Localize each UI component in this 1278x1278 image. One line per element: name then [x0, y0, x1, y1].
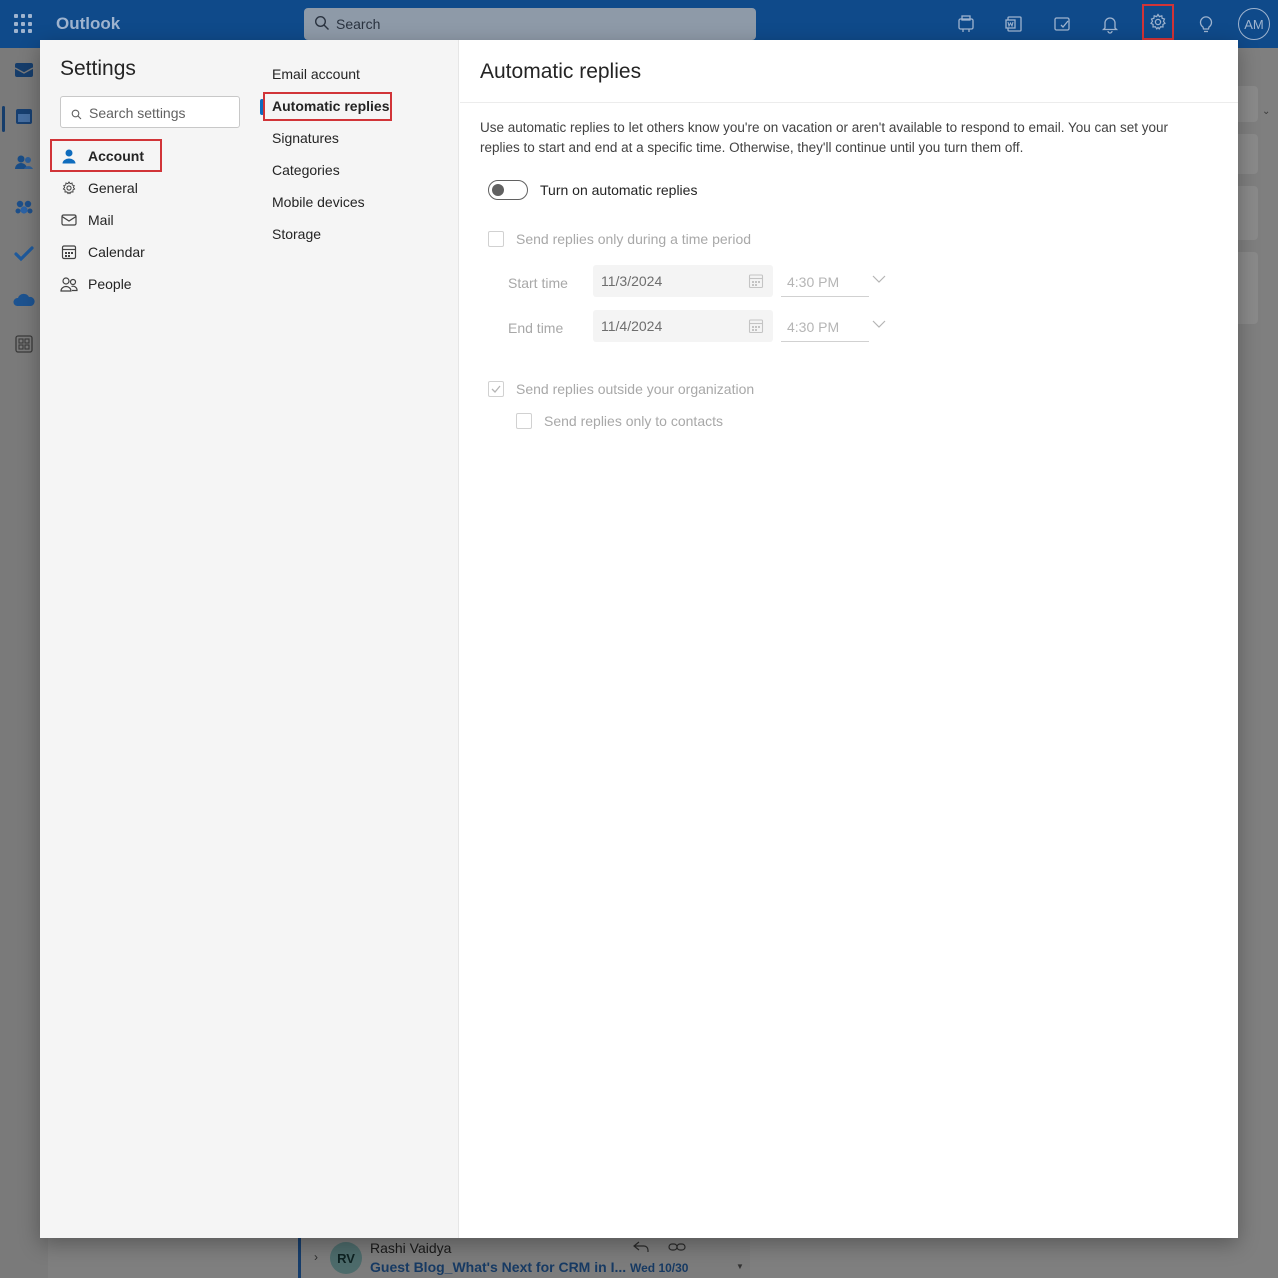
divider — [460, 102, 1238, 103]
checkmark-icon — [491, 385, 501, 393]
caret-down-icon: ▼ — [736, 1262, 744, 1271]
gear-icon — [60, 179, 78, 197]
settings-gear-icon[interactable] — [1142, 4, 1174, 40]
lightbulb-icon[interactable] — [1190, 8, 1222, 40]
attachment-link-icon[interactable] — [668, 1240, 686, 1259]
meet-now-icon[interactable] — [950, 8, 982, 40]
mail-icon — [60, 211, 78, 229]
contacts-only-checkbox[interactable] — [516, 413, 532, 429]
end-time-label: End time — [508, 320, 564, 336]
subnav-item-mobile-devices[interactable]: Mobile devices — [272, 188, 365, 216]
nav-item-people[interactable]: People — [50, 269, 250, 299]
message-date: Wed 10/30 — [630, 1261, 689, 1275]
nav-item-label: Calendar — [88, 244, 145, 260]
settings-search-input[interactable]: Search settings — [60, 96, 240, 128]
start-date-picker[interactable]: 11/3/2024 — [593, 265, 773, 297]
chevron-down-icon[interactable] — [872, 317, 886, 331]
apps-icon[interactable] — [12, 332, 36, 356]
search-input[interactable]: Search — [304, 8, 756, 40]
sender-avatar: RV — [330, 1242, 362, 1274]
subnav-item-storage[interactable]: Storage — [272, 220, 321, 248]
settings-title: Settings — [60, 57, 136, 80]
end-date-picker[interactable]: 11/4/2024 — [593, 310, 773, 342]
chevron-down-icon: ⌄ — [1262, 106, 1271, 117]
message-subject: Guest Blog_What's Next for CRM in I... — [370, 1259, 627, 1275]
calendar-icon[interactable] — [12, 104, 36, 128]
outside-org-label: Send replies outside your organization — [516, 381, 755, 397]
chevron-down-icon[interactable] — [872, 272, 886, 286]
nav-item-calendar[interactable]: Calendar — [50, 237, 250, 267]
settings-search-placeholder: Search settings — [89, 105, 186, 121]
todo-icon[interactable] — [12, 242, 36, 266]
my-day-icon[interactable] — [1046, 8, 1078, 40]
highlight-box-automatic-replies — [263, 92, 392, 121]
search-icon — [71, 107, 82, 125]
people-icon — [60, 275, 78, 293]
contacts-only-label: Send replies only to contacts — [544, 413, 723, 429]
start-time-label: Start time — [508, 275, 568, 291]
people-icon[interactable] — [12, 150, 36, 174]
description-text: Use automatic replies to let others know… — [480, 120, 1169, 155]
message-sender: Rashi Vaidya — [370, 1240, 452, 1256]
calendar-icon — [748, 318, 764, 339]
calendar-icon — [748, 273, 764, 294]
settings-category-nav: Settings Search settings Account General… — [40, 40, 258, 1238]
automatic-replies-toggle[interactable] — [488, 180, 528, 200]
toggle-knob — [492, 184, 504, 196]
reply-icon[interactable] — [632, 1240, 650, 1259]
subnav-item-signatures[interactable]: Signatures — [272, 124, 339, 152]
search-placeholder: Search — [336, 16, 381, 32]
start-time-dropdown[interactable]: 4:30 PM — [781, 265, 869, 297]
chevron-right-icon[interactable]: › — [314, 1250, 318, 1264]
app-launcher-icon[interactable] — [14, 14, 34, 34]
time-period-checkbox[interactable] — [488, 231, 504, 247]
time-period-label: Send replies only during a time period — [516, 231, 752, 247]
bell-icon[interactable] — [1094, 8, 1126, 40]
groups-icon[interactable] — [12, 196, 36, 220]
mail-icon[interactable] — [12, 58, 36, 82]
start-date-value: 11/3/2024 — [601, 273, 663, 289]
calendar-icon — [60, 243, 78, 261]
page-title: Automatic replies — [480, 60, 642, 83]
nav-item-general[interactable]: General — [50, 173, 250, 203]
onedrive-icon[interactable] — [12, 288, 36, 312]
nav-item-label: General — [88, 180, 138, 196]
end-date-value: 11/4/2024 — [601, 318, 663, 334]
word-icon[interactable] — [998, 8, 1030, 40]
rail-active-indicator — [2, 106, 5, 132]
start-time-value: 4:30 PM — [787, 274, 840, 290]
end-time-value: 4:30 PM — [787, 319, 840, 335]
subnav-item-email-account[interactable]: Email account — [272, 60, 360, 88]
subnav-item-categories[interactable]: Categories — [272, 156, 340, 184]
app-name[interactable]: Outlook — [56, 14, 120, 34]
outside-org-checkbox[interactable] — [488, 381, 504, 397]
nav-item-label: People — [88, 276, 132, 292]
background-reading-pane-edge — [1238, 86, 1258, 326]
nav-item-label: Mail — [88, 212, 114, 228]
user-avatar[interactable]: AM — [1238, 8, 1270, 40]
settings-dialog: Settings Search settings Account General… — [40, 40, 1238, 1238]
highlight-box-account — [50, 139, 162, 172]
end-time-dropdown[interactable]: 4:30 PM — [781, 310, 869, 342]
nav-item-mail[interactable]: Mail — [50, 205, 250, 235]
search-icon — [314, 15, 330, 36]
toggle-label: Turn on automatic replies — [540, 182, 698, 198]
